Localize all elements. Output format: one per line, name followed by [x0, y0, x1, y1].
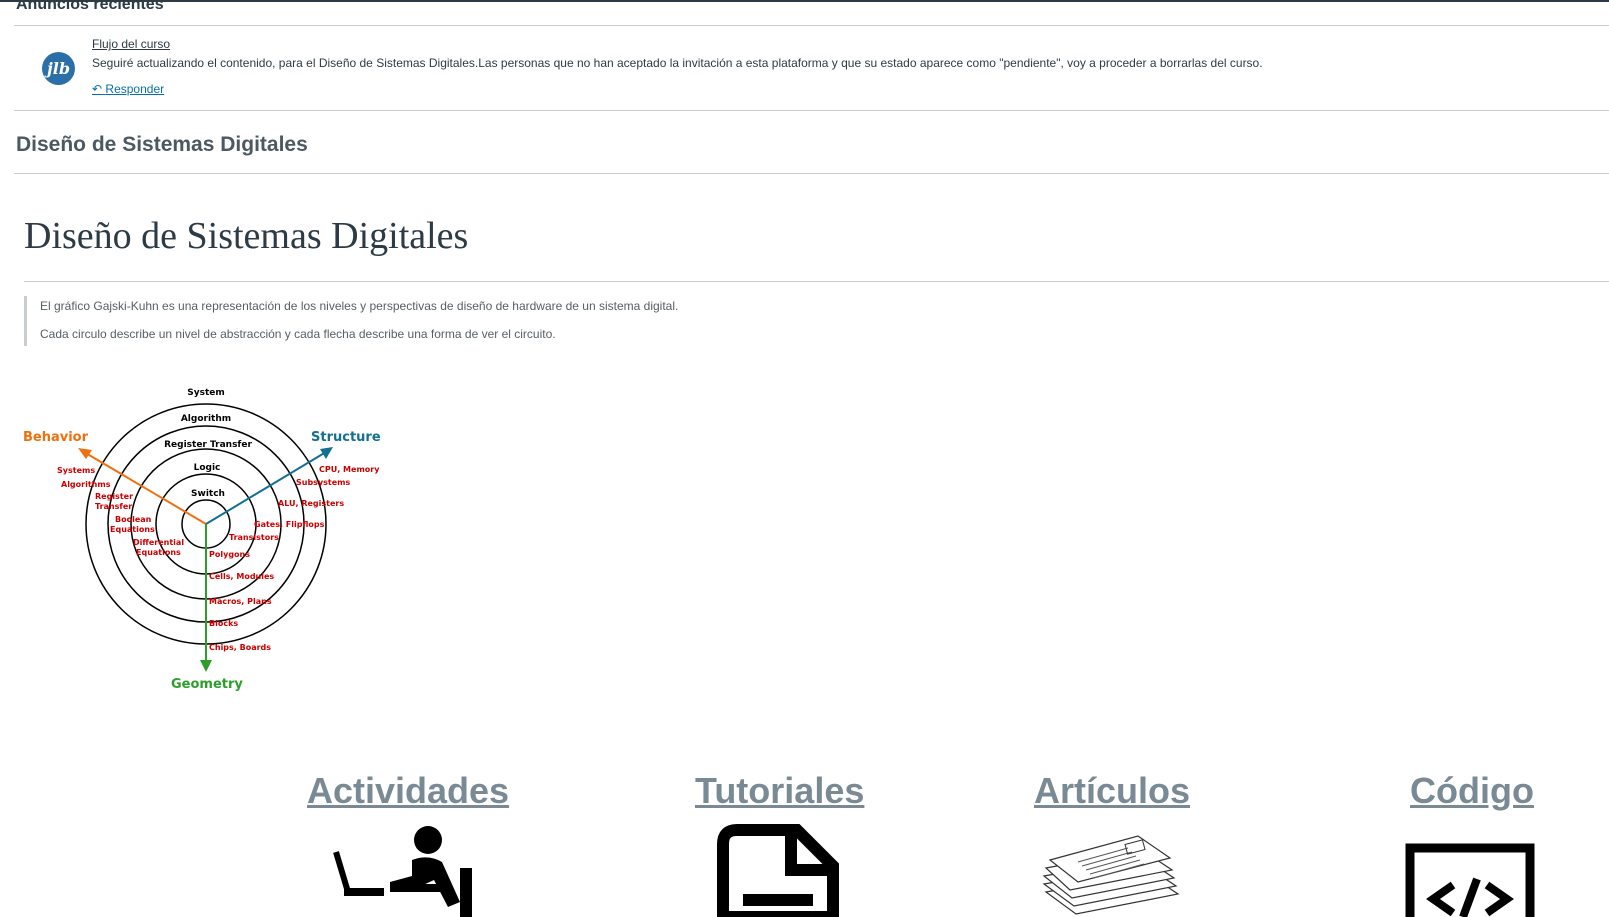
- behavior-label: Differential: [133, 538, 184, 547]
- structure-label: ALU, Registers: [278, 499, 344, 508]
- geometry-label: Polygons: [209, 550, 250, 559]
- announcements-heading: Anuncios recientes: [16, 0, 164, 13]
- blockquote-line: El gráfico Gajski-Kuhn es una representa…: [40, 299, 679, 313]
- structure-arrow: [205, 451, 327, 525]
- geometry-label: Blocks: [209, 619, 238, 628]
- section-link-articulos[interactable]: Artículos: [1034, 770, 1190, 812]
- blockquote-line: Cada circulo describe un nivel de abstra…: [40, 327, 556, 341]
- behavior-label: Systems: [57, 466, 95, 475]
- level-label: Register Transfer: [164, 440, 252, 450]
- gajski-kuhn-diagram: System Algorithm Register Transfer Logic…: [23, 388, 381, 692]
- level-label: System: [187, 388, 225, 398]
- behavior-axis-label: Behavior: [23, 430, 89, 445]
- divider: [14, 110, 1609, 111]
- top-border: [0, 0, 1609, 2]
- course-heading: Diseño de Sistemas Digitales: [16, 133, 308, 156]
- person-at-desk-icon[interactable]: [330, 822, 490, 917]
- announcement-title-link[interactable]: Flujo del curso: [92, 37, 170, 51]
- geometry-arrowhead: [200, 660, 212, 672]
- blockquote-bar: [24, 296, 27, 346]
- behavior-label: Equations: [136, 548, 181, 557]
- geometry-label: Macros, Plans: [209, 597, 272, 606]
- geometry-label: Chips, Boards: [209, 643, 271, 652]
- divider: [24, 281, 1609, 282]
- structure-label: Subsystems: [296, 478, 351, 487]
- structure-label: Gates, Flipflops: [254, 520, 325, 529]
- divider: [14, 173, 1609, 174]
- geometry-label: Cells, Modules: [209, 572, 274, 581]
- avatar[interactable]: jlb: [42, 52, 75, 85]
- section-link-codigo[interactable]: Código: [1410, 770, 1534, 812]
- reply-link[interactable]: ↶ Responder: [92, 82, 164, 96]
- behavior-arrowhead: [78, 448, 92, 459]
- geometry-axis-label: Geometry: [171, 677, 243, 692]
- behavior-label: Boolean: [115, 515, 152, 524]
- level-label: Logic: [194, 463, 221, 473]
- code-window-icon[interactable]: [1405, 843, 1535, 917]
- behavior-label: Transfer: [95, 502, 132, 511]
- structure-label: Transistors: [229, 533, 279, 542]
- page-title: Diseño de Sistemas Digitales: [24, 215, 469, 257]
- reply-icon: ↶: [92, 82, 103, 96]
- behavior-label: Register: [95, 492, 133, 501]
- divider: [14, 25, 1609, 26]
- structure-label: CPU, Memory: [319, 465, 380, 474]
- level-label: Algorithm: [181, 414, 231, 424]
- behavior-label: Equations: [110, 525, 155, 534]
- level-label: Switch: [191, 489, 225, 499]
- structure-axis-label: Structure: [311, 430, 381, 445]
- document-icon[interactable]: [715, 824, 840, 917]
- structure-arrowhead: [320, 447, 333, 459]
- announcement-message: Seguiré actualizando el contenido, para …: [92, 56, 1263, 70]
- newspaper-stack-icon[interactable]: [1038, 832, 1183, 917]
- section-link-tutoriales[interactable]: Tutoriales: [695, 770, 864, 812]
- behavior-label: Algorithms: [61, 480, 111, 489]
- section-link-actividades[interactable]: Actividades: [307, 770, 509, 812]
- reply-label: Responder: [105, 82, 165, 96]
